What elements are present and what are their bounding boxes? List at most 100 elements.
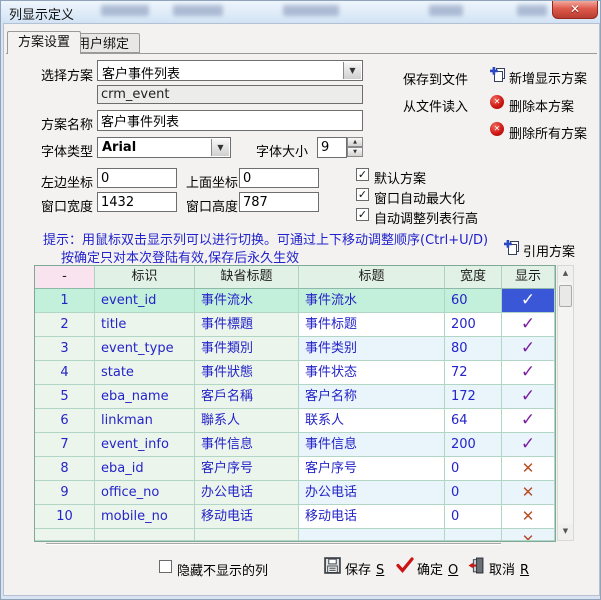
cell-default-title[interactable]: 移动电话 xyxy=(195,505,299,529)
cell-default-title[interactable]: 事件標題 xyxy=(195,313,299,337)
cell-width[interactable]: 0 xyxy=(445,457,502,481)
cell-show[interactable]: ✓ xyxy=(502,313,555,337)
cell-num[interactable]: 9 xyxy=(35,481,95,505)
cell-title[interactable]: 客户名称 xyxy=(299,385,445,409)
cell-default-title[interactable]: 事件狀態 xyxy=(195,361,299,385)
cell-title[interactable]: 联系人 xyxy=(299,409,445,433)
window-width-input[interactable] xyxy=(97,192,177,212)
cell-num[interactable]: 1 xyxy=(35,289,95,313)
cell-num[interactable]: 7 xyxy=(35,433,95,457)
table-row[interactable]: 7event_info事件信息事件信息200✓ xyxy=(35,433,555,457)
cell-show[interactable]: ✕ xyxy=(502,505,555,529)
table-row[interactable]: 6linkman聯系人联系人64✓ xyxy=(35,409,555,433)
cell-width[interactable]: 60 xyxy=(445,289,502,313)
tab-scheme-settings[interactable]: 方案设置 xyxy=(7,31,81,54)
cell-id[interactable] xyxy=(95,529,195,541)
cell-show[interactable]: ✕ xyxy=(502,481,555,505)
cell-id[interactable]: event_id xyxy=(95,289,195,313)
cell-width[interactable]: 172 xyxy=(445,385,502,409)
cell-num[interactable]: 8 xyxy=(35,457,95,481)
table-row[interactable]: 1event_id事件流水事件流水60✓ xyxy=(35,289,555,313)
chevron-down-icon[interactable]: ▼ xyxy=(211,139,229,156)
font-size-stepper[interactable]: ▲ ▼ xyxy=(347,137,363,158)
cell-title[interactable]: 办公电话 xyxy=(299,481,445,505)
cell-id[interactable]: linkman xyxy=(95,409,195,433)
close-button[interactable]: ✕ xyxy=(552,1,598,19)
cell-default-title[interactable]: 聯系人 xyxy=(195,409,299,433)
auto-maximize-checkbox[interactable]: ✓ xyxy=(356,188,369,201)
cell-width[interactable]: 0 xyxy=(445,505,502,529)
cell-num[interactable]: 3 xyxy=(35,337,95,361)
table-row[interactable]: 10mobile_no移动电话移动电话0✕ xyxy=(35,505,555,529)
cell-width[interactable]: 80 xyxy=(445,337,502,361)
cell-num[interactable]: 2 xyxy=(35,313,95,337)
ok-button[interactable]: 确定O xyxy=(396,557,466,575)
cell-id[interactable]: event_info xyxy=(95,433,195,457)
cell-title[interactable] xyxy=(299,529,445,541)
cell-num[interactable]: 10 xyxy=(35,505,95,529)
cell-width[interactable]: 64 xyxy=(445,409,502,433)
table-row[interactable]: 9office_no办公电话办公电话0✕ xyxy=(35,481,555,505)
chevron-down-icon[interactable]: ▼ xyxy=(343,62,361,79)
cell-width[interactable]: 200 xyxy=(445,433,502,457)
table-row[interactable]: 3event_type事件類別事件类别80✓ xyxy=(35,337,555,361)
cell-id[interactable]: title xyxy=(95,313,195,337)
cell-title[interactable]: 事件类别 xyxy=(299,337,445,361)
cell-show[interactable]: ✓ xyxy=(502,433,555,457)
select-scheme-combobox[interactable]: 客户事件列表 ▼ xyxy=(97,60,363,81)
add-scheme-button[interactable]: 新增显示方案 xyxy=(490,67,590,84)
reference-scheme-button[interactable]: 引用方案 xyxy=(504,240,584,257)
cell-default-title[interactable]: 事件信息 xyxy=(195,433,299,457)
cell-id[interactable]: event_type xyxy=(95,337,195,361)
cell-id[interactable]: mobile_no xyxy=(95,505,195,529)
scrollbar-thumb[interactable] xyxy=(559,285,572,307)
default-scheme-checkbox[interactable]: ✓ xyxy=(356,168,369,181)
cell-show[interactable]: ✓ xyxy=(502,337,555,361)
cell-num[interactable] xyxy=(35,529,95,541)
save-button[interactable]: 保存S xyxy=(324,557,394,575)
scheme-name-input[interactable] xyxy=(97,110,363,131)
cell-width[interactable] xyxy=(445,529,502,541)
cell-title[interactable]: 移动电话 xyxy=(299,505,445,529)
table-row[interactable]: 2title事件標題事件标题200✓ xyxy=(35,313,555,337)
left-coord-input[interactable] xyxy=(97,168,177,188)
cell-title[interactable]: 事件信息 xyxy=(299,433,445,457)
top-coord-input[interactable] xyxy=(239,168,319,188)
cell-show[interactable]: ✓ xyxy=(502,409,555,433)
cell-show[interactable]: ✕ xyxy=(502,457,555,481)
spin-down-icon[interactable]: ▼ xyxy=(347,147,363,157)
window-height-input[interactable] xyxy=(239,192,319,212)
delete-all-schemes-button[interactable]: ✕ 删除所有方案 xyxy=(490,122,590,139)
cell-num[interactable]: 4 xyxy=(35,361,95,385)
scroll-up-icon[interactable]: ▲ xyxy=(558,266,573,282)
spin-up-icon[interactable]: ▲ xyxy=(347,137,363,147)
cell-default-title[interactable]: 客戶名稱 xyxy=(195,385,299,409)
cell-width[interactable]: 0 xyxy=(445,481,502,505)
cell-default-title[interactable]: 客户序号 xyxy=(195,457,299,481)
table-row[interactable]: 4state事件狀態事件状态72✓ xyxy=(35,361,555,385)
read-from-file-link[interactable]: 从文件读入 xyxy=(403,96,468,115)
cell-default-title[interactable]: 办公电话 xyxy=(195,481,299,505)
cell-show[interactable]: ✓ xyxy=(502,361,555,385)
cell-id[interactable]: office_no xyxy=(95,481,195,505)
cell-id[interactable]: eba_id xyxy=(95,457,195,481)
cell-default-title[interactable]: 事件類別 xyxy=(195,337,299,361)
grid-vertical-scrollbar[interactable]: ▲ ▼ xyxy=(557,265,574,541)
cell-title[interactable]: 事件流水 xyxy=(299,289,445,313)
cell-num[interactable]: 6 xyxy=(35,409,95,433)
save-to-file-link[interactable]: 保存到文件 xyxy=(403,69,468,88)
cell-default-title[interactable] xyxy=(195,529,299,541)
cell-show[interactable]: ✕ xyxy=(502,529,555,541)
cell-title[interactable]: 事件标题 xyxy=(299,313,445,337)
cell-title[interactable]: 事件状态 xyxy=(299,361,445,385)
cell-show[interactable]: ✓ xyxy=(502,385,555,409)
font-size-input[interactable] xyxy=(317,137,347,158)
font-type-combobox[interactable]: Arial ▼ xyxy=(97,137,231,158)
cancel-button[interactable]: 取消R xyxy=(468,557,538,575)
scroll-down-icon[interactable]: ▼ xyxy=(558,524,573,540)
cell-width[interactable]: 200 xyxy=(445,313,502,337)
table-row-partial[interactable]: ✕ xyxy=(35,529,555,541)
auto-row-height-checkbox[interactable]: ✓ xyxy=(356,208,369,221)
cell-id[interactable]: state xyxy=(95,361,195,385)
cell-default-title[interactable]: 事件流水 xyxy=(195,289,299,313)
